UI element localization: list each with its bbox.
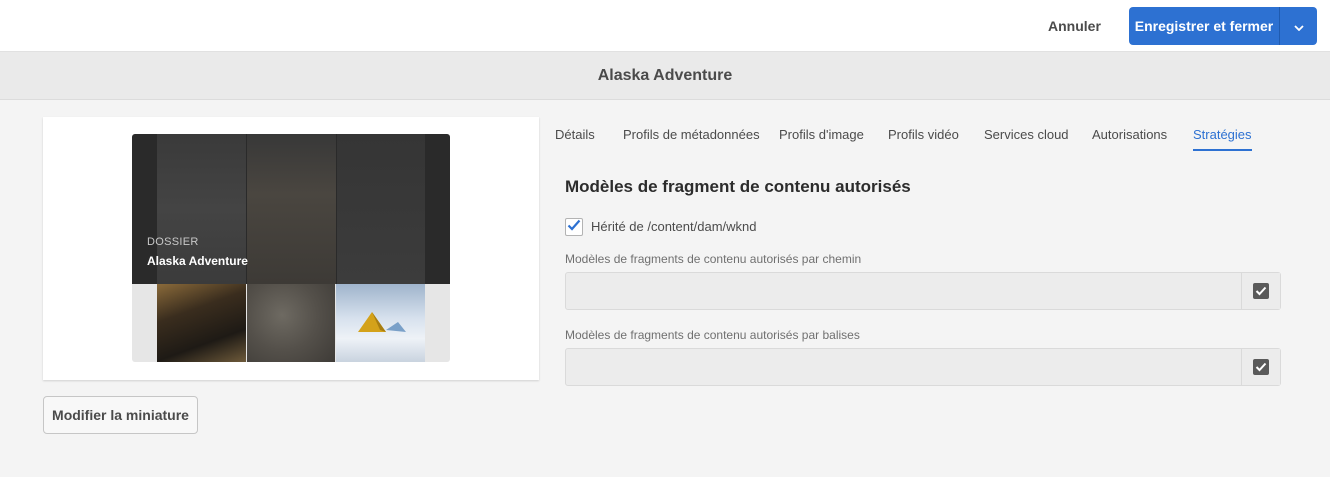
thumbnail-cover: DOSSIER Alaska Adventure	[132, 134, 450, 284]
folder-name-label: Alaska Adventure	[147, 254, 248, 268]
by-tags-input[interactable]	[566, 349, 1242, 385]
folder-thumbnail: DOSSIER Alaska Adventure	[132, 134, 450, 362]
snow-tent-image	[336, 284, 425, 362]
by-path-field	[565, 272, 1281, 310]
tab-video-profiles[interactable]: Profils vidéo	[888, 127, 959, 149]
tab-image-profiles[interactable]: Profils d'image	[779, 127, 864, 149]
picker-icon	[1253, 359, 1269, 375]
tab-cloud-services[interactable]: Services cloud	[984, 127, 1069, 149]
by-path-input[interactable]	[566, 273, 1242, 309]
chevron-down-icon	[1293, 19, 1304, 34]
folder-type-label: DOSSIER	[147, 236, 199, 248]
tab-metadata-profiles[interactable]: Profils de métadonnées	[623, 127, 760, 149]
page-title: Alaska Adventure	[597, 67, 733, 84]
by-tags-field	[565, 348, 1281, 386]
inherit-label: Hérité de /content/dam/wknd	[591, 219, 757, 234]
tab-policies[interactable]: Stratégies	[1193, 127, 1252, 151]
rock-shore-image	[157, 284, 246, 362]
thumbnail-card: DOSSIER Alaska Adventure	[43, 117, 539, 380]
inherit-checkbox[interactable]	[565, 218, 583, 236]
checkmark-icon	[567, 218, 581, 236]
by-tags-label: Modèles de fragments de contenu autorisé…	[565, 328, 860, 342]
by-path-label: Modèles de fragments de contenu autorisé…	[565, 252, 862, 266]
action-bar: Annuler Enregistrer et fermer	[0, 0, 1330, 52]
tab-details[interactable]: Détails	[555, 127, 595, 149]
by-tags-picker-button[interactable]	[1241, 349, 1280, 385]
thumbnail-images	[132, 284, 450, 362]
paw-print-image	[247, 284, 335, 362]
section-title: Modèles de fragment de contenu autorisés	[565, 177, 911, 196]
by-path-picker-button[interactable]	[1241, 273, 1280, 309]
save-button-group: Enregistrer et fermer	[1129, 7, 1317, 45]
save-and-close-button[interactable]: Enregistrer et fermer	[1129, 7, 1279, 45]
tab-permissions[interactable]: Autorisations	[1092, 127, 1167, 149]
save-options-dropdown[interactable]	[1280, 7, 1317, 45]
cancel-button[interactable]: Annuler	[1038, 8, 1111, 44]
picker-icon	[1253, 283, 1269, 299]
edit-thumbnail-button[interactable]: Modifier la miniature	[43, 396, 198, 434]
title-bar: Alaska Adventure	[0, 52, 1330, 100]
